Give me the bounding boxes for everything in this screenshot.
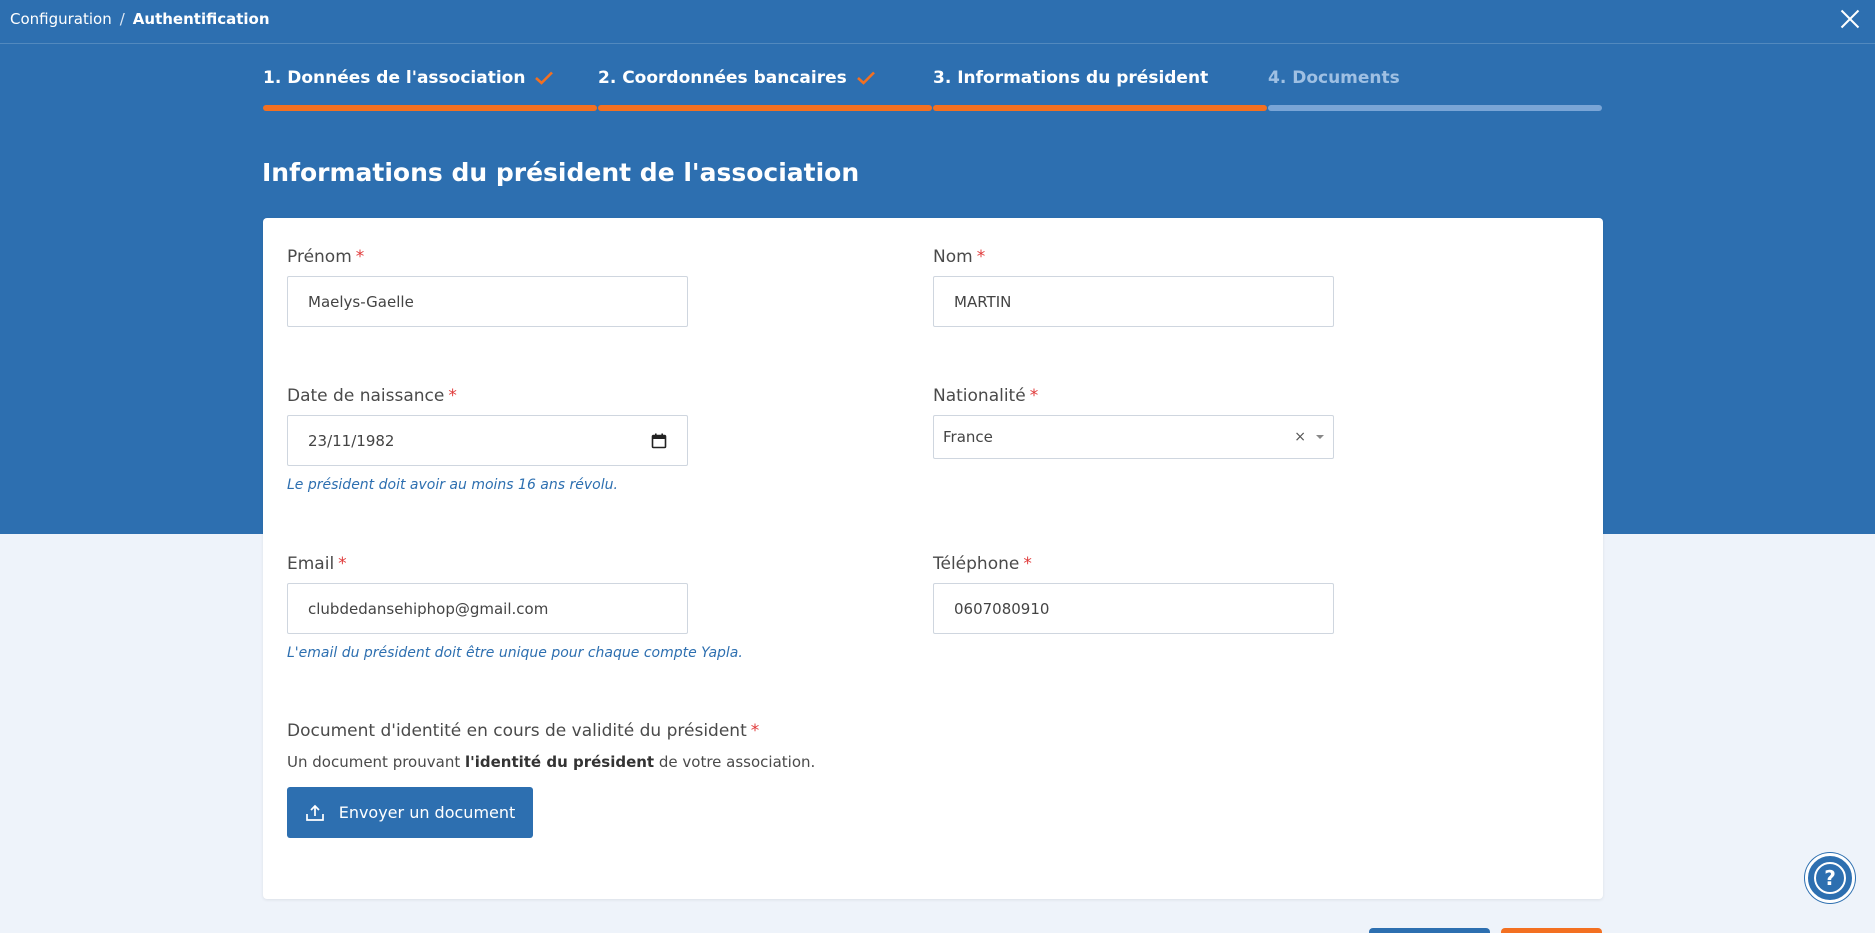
email-hint: L'email du président doit être unique po… bbox=[287, 645, 743, 661]
document-description: Un document prouvant l'identité du prési… bbox=[287, 753, 815, 771]
question-icon: ? bbox=[1814, 862, 1846, 894]
date-naissance-field: Date de naissance * 23/11/1982 Le préside… bbox=[287, 386, 688, 493]
telephone-value: 0607080910 bbox=[954, 599, 1050, 618]
stepper: 1. Données de l'association 2. Coordonné… bbox=[263, 68, 1603, 114]
prenom-input[interactable]: Maelys-Gaelle bbox=[287, 276, 688, 327]
step-progress-bar bbox=[1268, 105, 1602, 111]
breadcrumb: Configuration / Authentification bbox=[10, 10, 270, 28]
document-label: Document d'identité en cours de validité… bbox=[287, 721, 747, 741]
upload-document-button[interactable]: Envoyer un document bbox=[287, 787, 533, 838]
required-mark: * bbox=[1023, 554, 1032, 574]
nom-field: Nom * MARTIN bbox=[933, 247, 1334, 327]
required-mark: * bbox=[976, 247, 986, 267]
required-mark: * bbox=[355, 247, 365, 267]
check-icon bbox=[856, 71, 875, 85]
document-desc-prefix: Un document prouvant bbox=[287, 753, 465, 771]
step-label: 1. Données de l'association bbox=[263, 68, 526, 88]
document-section: Document d'identité en cours de validité… bbox=[287, 721, 815, 838]
clear-icon[interactable]: × bbox=[1294, 429, 1306, 445]
breadcrumb-parent[interactable]: Configuration bbox=[10, 10, 112, 28]
form-card: Prénom * Maelys-Gaelle Nom * MARTIN Date d… bbox=[263, 218, 1603, 899]
step-label: 3. Informations du président bbox=[933, 68, 1209, 88]
close-icon[interactable] bbox=[1839, 8, 1861, 30]
nationalite-field: Nationalité * France × bbox=[933, 386, 1334, 459]
nationalite-select[interactable]: France × bbox=[933, 415, 1334, 459]
prenom-label: Prénom bbox=[287, 247, 352, 267]
nationalite-label: Nationalité bbox=[933, 386, 1026, 406]
nom-input[interactable]: MARTIN bbox=[933, 276, 1334, 327]
step-president[interactable]: 3. Informations du président bbox=[933, 68, 1268, 114]
step-label: 4. Documents bbox=[1268, 68, 1400, 88]
telephone-label: Téléphone bbox=[933, 554, 1020, 574]
upload-document-label: Envoyer un document bbox=[338, 803, 516, 822]
date-naissance-value: 23/11/1982 bbox=[308, 431, 395, 450]
document-desc-bold: l'identité du président bbox=[464, 753, 655, 771]
step-progress-bar bbox=[933, 105, 1267, 111]
prenom-value: Maelys-Gaelle bbox=[308, 292, 414, 311]
chevron-down-icon[interactable] bbox=[1316, 435, 1324, 439]
step-progress-bar bbox=[263, 105, 597, 111]
email-label: Email bbox=[287, 554, 335, 574]
help-button[interactable]: ? bbox=[1805, 853, 1855, 903]
step-progress-bar bbox=[598, 105, 932, 111]
required-mark: * bbox=[448, 386, 457, 406]
step-bancaires[interactable]: 2. Coordonnées bancaires bbox=[598, 68, 933, 114]
date-naissance-label: Date de naissance bbox=[287, 386, 445, 406]
prenom-field: Prénom * Maelys-Gaelle bbox=[287, 247, 688, 327]
previous-button[interactable] bbox=[1369, 928, 1490, 933]
required-mark: * bbox=[750, 721, 760, 741]
nom-value: MARTIN bbox=[954, 292, 1012, 311]
date-naissance-hint: Le président doit avoir au moins 16 ans … bbox=[287, 477, 618, 493]
nom-label: Nom bbox=[933, 247, 973, 267]
required-mark: * bbox=[1029, 386, 1039, 406]
email-field: Email * clubdedansehiphop@gmail.com L'ema… bbox=[287, 554, 743, 661]
breadcrumb-separator: / bbox=[119, 10, 125, 28]
telephone-field: Téléphone * 0607080910 bbox=[933, 554, 1334, 634]
email-value: clubdedansehiphop@gmail.com bbox=[308, 599, 549, 618]
step-association[interactable]: 1. Données de l'association bbox=[263, 68, 598, 114]
next-button[interactable] bbox=[1501, 928, 1602, 933]
step-label: 2. Coordonnées bancaires bbox=[598, 68, 847, 88]
email-input[interactable]: clubdedansehiphop@gmail.com bbox=[287, 583, 688, 634]
top-bar: Configuration / Authentification bbox=[0, 0, 1875, 44]
calendar-icon[interactable] bbox=[651, 433, 667, 449]
required-mark: * bbox=[338, 554, 347, 574]
page-title: Informations du président de l'associati… bbox=[262, 158, 860, 187]
breadcrumb-current: Authentification bbox=[132, 10, 270, 28]
nationalite-value: France bbox=[943, 428, 993, 446]
step-documents[interactable]: 4. Documents bbox=[1268, 68, 1603, 114]
document-desc-suffix: de votre association. bbox=[654, 753, 816, 771]
date-naissance-input[interactable]: 23/11/1982 bbox=[287, 415, 688, 466]
check-icon bbox=[535, 71, 554, 85]
telephone-input[interactable]: 0607080910 bbox=[933, 583, 1334, 634]
upload-icon bbox=[305, 804, 324, 821]
